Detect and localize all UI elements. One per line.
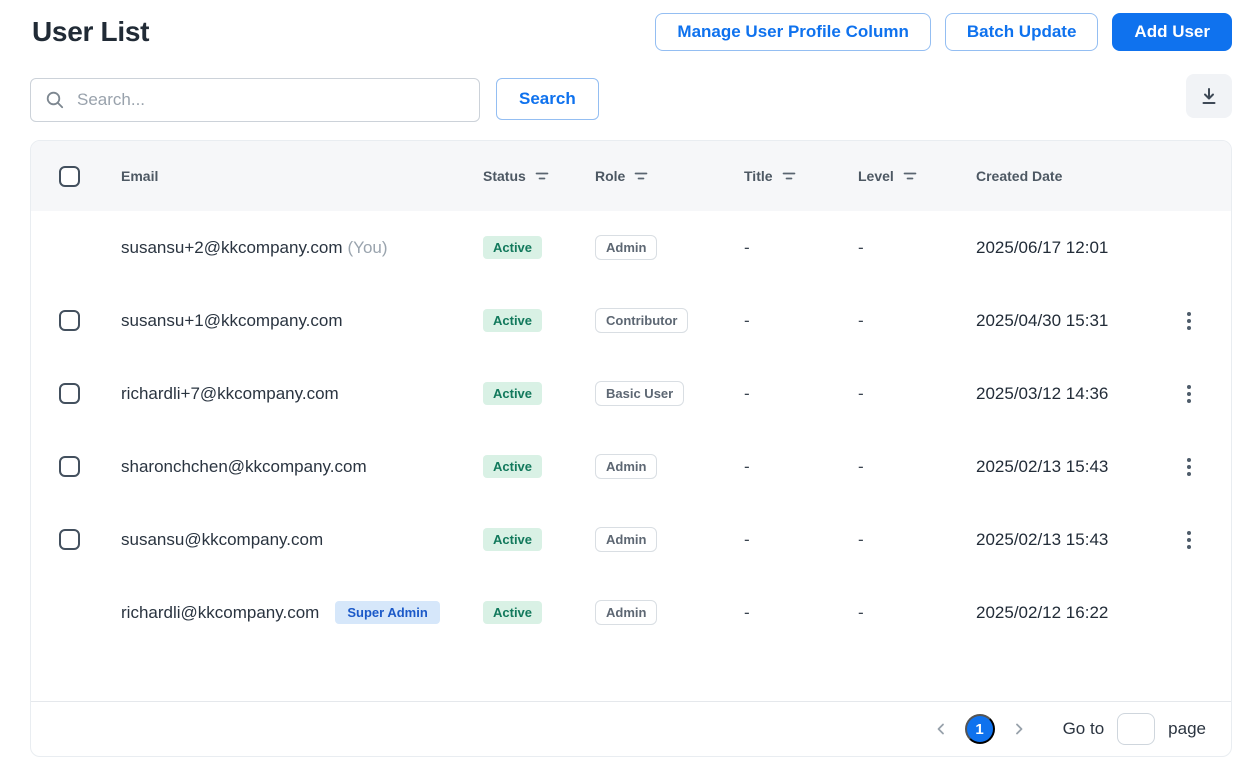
user-email: susansu+1@kkcompany.com (121, 310, 343, 330)
row-checkbox[interactable] (59, 383, 80, 404)
created-date: 2025/04/30 15:31 (976, 310, 1109, 330)
column-header-role: Role (595, 168, 744, 184)
row-checkbox[interactable] (59, 456, 80, 477)
table-body: susansu+2@kkcompany.com (You) Active Adm… (31, 211, 1231, 701)
kebab-menu-icon[interactable] (1183, 527, 1195, 553)
level-value: - (858, 310, 864, 330)
role-tag: Basic User (595, 381, 685, 406)
table-row: sharonchchen@kkcompany.com Active Admin … (31, 430, 1231, 503)
user-email: susansu+2@kkcompany.com (121, 237, 343, 257)
status-badge: Active (483, 309, 543, 332)
role-tag: Admin (595, 600, 658, 625)
status-badge: Active (483, 528, 543, 551)
user-email: susansu@kkcompany.com (121, 529, 324, 549)
add-user-button[interactable]: Add User (1112, 13, 1232, 51)
title-value: - (744, 456, 750, 476)
batch-update-button[interactable]: Batch Update (944, 13, 1099, 51)
select-all-checkbox[interactable] (59, 165, 80, 187)
manage-user-profile-column-button[interactable]: Manage User Profile Column (655, 13, 931, 51)
column-header-created-date: Created Date (976, 168, 1063, 184)
table-row: richardli@kkcompany.com Super Admin Acti… (31, 576, 1231, 649)
export-button[interactable] (1186, 74, 1232, 118)
created-date: 2025/06/17 12:01 (976, 237, 1109, 257)
column-header-level: Level (858, 168, 976, 184)
user-email: richardli+7@kkcompany.com (121, 383, 339, 403)
goto-page-input[interactable] (1117, 713, 1156, 745)
role-tag: Admin (595, 454, 658, 479)
table-row: richardli+7@kkcompany.com Active Basic U… (31, 357, 1231, 430)
user-email: richardli@kkcompany.com (121, 602, 320, 622)
filter-icon[interactable] (634, 171, 648, 182)
goto-label: Go to (1062, 719, 1105, 738)
kebab-menu-icon[interactable] (1183, 308, 1195, 334)
user-table-card: Email Status Role Title Level Created Da… (30, 140, 1232, 757)
status-badge: Active (483, 382, 543, 405)
you-indicator: (You) (347, 237, 388, 257)
column-header-status: Status (483, 168, 595, 184)
page-title: User List (32, 16, 150, 47)
table-row: susansu+1@kkcompany.com Active Contribut… (31, 284, 1231, 357)
created-date: 2025/02/13 15:43 (976, 529, 1109, 549)
title-value: - (744, 310, 750, 330)
search-button[interactable]: Search (496, 78, 599, 120)
page-unit-label: page (1168, 719, 1206, 738)
chevron-right-icon[interactable] (1011, 721, 1027, 737)
title-value: - (744, 529, 750, 549)
header-actions: Manage User Profile Column Batch Update … (655, 13, 1232, 51)
table-row: susansu@kkcompany.com Active Admin - - 2… (31, 503, 1231, 576)
level-value: - (858, 383, 864, 403)
column-header-email: Email (121, 168, 159, 184)
status-badge: Active (483, 455, 543, 478)
goto-page-group: Go to page (1063, 713, 1206, 745)
title-value: - (744, 383, 750, 403)
status-badge: Active (483, 236, 543, 259)
filter-icon[interactable] (535, 171, 549, 182)
search-row: Search (30, 74, 1232, 122)
column-header-title: Title (744, 168, 858, 184)
user-email: sharonchchen@kkcompany.com (121, 456, 367, 476)
role-tag: Admin (595, 235, 658, 260)
search-input-container (30, 78, 480, 122)
search-icon (45, 90, 65, 110)
chevron-left-icon[interactable] (933, 721, 949, 737)
kebab-menu-icon[interactable] (1183, 381, 1195, 407)
created-date: 2025/02/12 16:22 (976, 602, 1109, 622)
table-row: susansu+2@kkcompany.com (You) Active Adm… (31, 211, 1231, 284)
level-value: - (858, 529, 864, 549)
created-date: 2025/02/13 15:43 (976, 456, 1109, 476)
table-footer: 1 Go to page (31, 701, 1231, 756)
title-value: - (744, 602, 750, 622)
level-value: - (858, 602, 864, 622)
title-value: - (744, 237, 750, 257)
table-header: Email Status Role Title Level Created Da… (31, 141, 1231, 211)
row-checkbox[interactable] (59, 529, 80, 550)
filter-icon[interactable] (782, 171, 796, 182)
role-tag: Contributor (595, 308, 689, 333)
level-value: - (858, 237, 864, 257)
search-input[interactable] (75, 89, 465, 111)
top-bar: User List Manage User Profile Column Bat… (0, 0, 1248, 51)
kebab-menu-icon[interactable] (1183, 454, 1195, 480)
super-admin-badge: Super Admin (335, 601, 440, 624)
level-value: - (858, 456, 864, 476)
row-checkbox[interactable] (59, 310, 80, 331)
download-icon (1199, 86, 1219, 106)
page-number-button[interactable]: 1 (964, 714, 995, 744)
filter-icon[interactable] (903, 171, 917, 182)
status-badge: Active (483, 601, 543, 624)
created-date: 2025/03/12 14:36 (976, 383, 1109, 403)
role-tag: Admin (595, 527, 658, 552)
